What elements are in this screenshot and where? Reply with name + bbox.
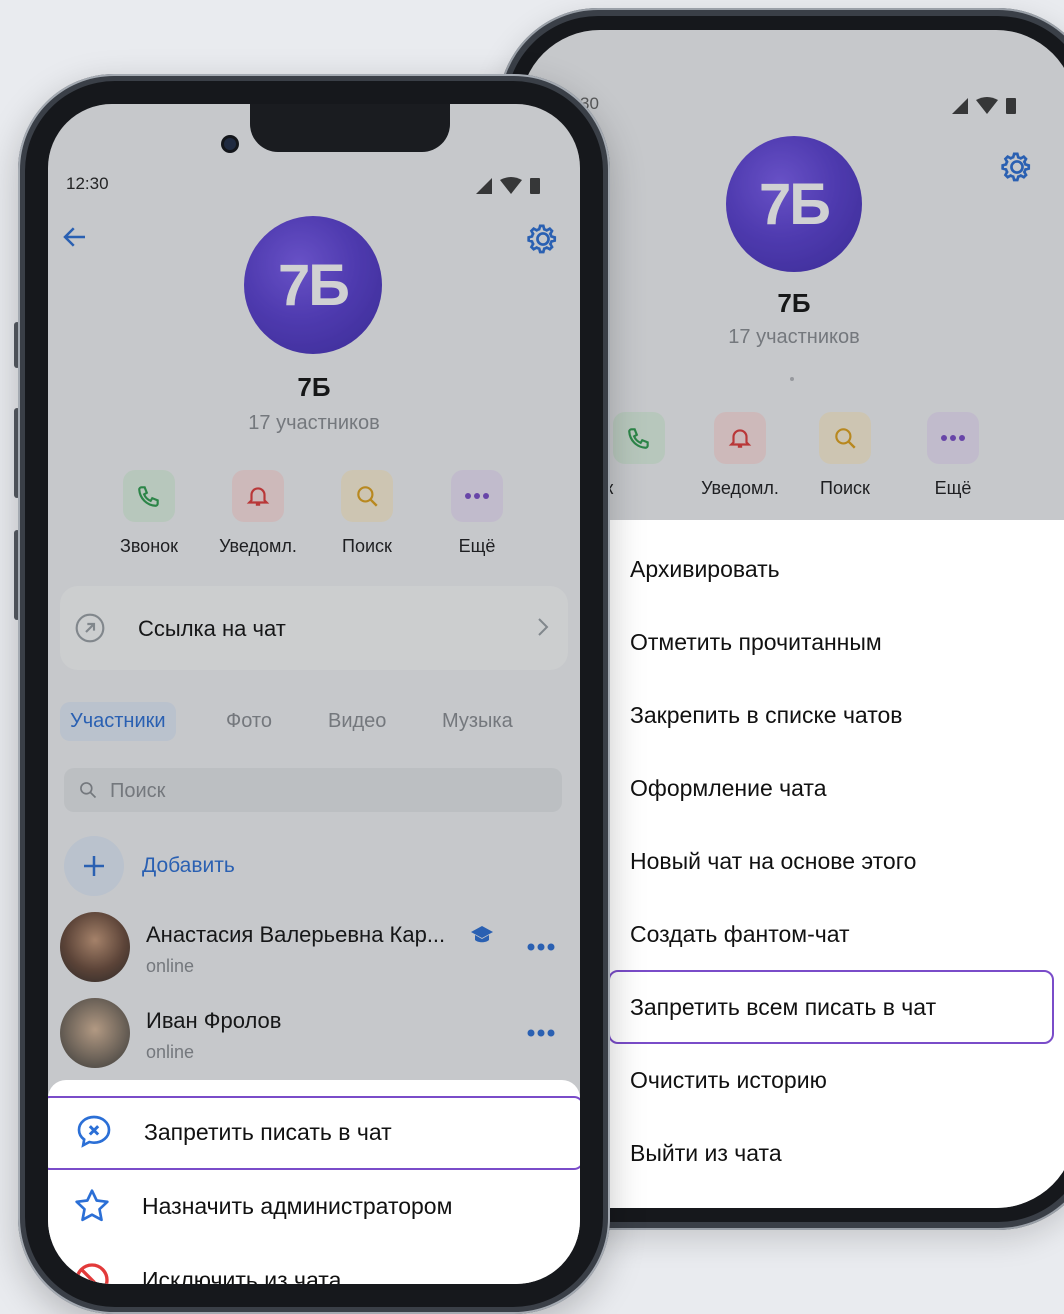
- settings-gear-icon[interactable]: [524, 220, 562, 258]
- action-more[interactable]: Ещё: [898, 412, 1008, 499]
- mute-member-highlight[interactable]: Запретить писать в чат: [48, 1096, 580, 1170]
- teacher-badge-icon: [471, 926, 493, 943]
- chat-avatar: 7Б: [726, 136, 862, 272]
- chevron-right-icon: [538, 618, 549, 636]
- search-icon: [341, 470, 393, 522]
- action-notifications[interactable]: Уведомл.: [198, 470, 318, 557]
- notch: [250, 104, 450, 152]
- search-icon: [819, 412, 871, 464]
- menu-pin-chat[interactable]: Закрепить в списке чатов: [630, 702, 903, 729]
- member-row[interactable]: Иван Фролов online: [60, 998, 570, 1072]
- action-search[interactable]: Поиск: [312, 470, 422, 557]
- members-search[interactable]: Поиск: [64, 768, 562, 812]
- add-member-row[interactable]: Добавить: [64, 836, 364, 896]
- front-phone: 12:30 7Б 7Б 17 участников Звонок Уведомл…: [18, 74, 610, 1314]
- bell-icon: [232, 470, 284, 522]
- menu-clear-history[interactable]: Очистить историю: [630, 1067, 827, 1094]
- chat-members-count: 17 участников: [728, 326, 860, 348]
- phone-icon: [123, 470, 175, 522]
- chat-members-count: 17 участников: [248, 412, 380, 434]
- remove-from-chat-row[interactable]: Исключить из чата: [70, 1258, 341, 1284]
- link-arrow-icon: [75, 613, 105, 643]
- make-admin-row[interactable]: Назначить администратором: [70, 1184, 452, 1228]
- avatar: [60, 998, 130, 1068]
- member-row[interactable]: Анастасия Валерьевна Кар... online: [60, 912, 570, 986]
- search-input[interactable]: Поиск: [110, 780, 165, 803]
- signal-icons: [952, 97, 1016, 114]
- mute-chat-icon: [72, 1110, 116, 1154]
- tabs-bar: Участники Фото Видео Музыка: [48, 692, 580, 752]
- chat-name: 7Б: [777, 288, 811, 318]
- more-icon[interactable]: [526, 942, 556, 952]
- member-name: Анастасия Валерьевна Кар...: [146, 922, 446, 947]
- back-arrow-icon[interactable]: [60, 222, 90, 252]
- phone-icon: [613, 412, 665, 464]
- chat-avatar: 7Б: [244, 216, 382, 354]
- make-admin-label: Назначить администратором: [142, 1192, 453, 1219]
- member-status: online: [146, 1042, 195, 1062]
- member-status: online: [146, 956, 195, 976]
- menu-mute-all-highlight[interactable]: Запретить всем писать в чат: [608, 970, 1054, 1044]
- avatar: [60, 912, 130, 982]
- dot: [790, 377, 794, 381]
- tab-music[interactable]: Музыка: [442, 710, 513, 733]
- front-phone-screen: 12:30 7Б 7Б 17 участников Звонок Уведомл…: [48, 104, 580, 1284]
- remove-from-chat-label: Исключить из чата: [142, 1266, 342, 1285]
- menu-chat-appearance[interactable]: Оформление чата: [630, 775, 827, 802]
- chat-context-menu: Архивировать Отметить прочитанным Закреп…: [586, 520, 1064, 1208]
- action-call[interactable]: Звонок: [94, 470, 204, 557]
- more-icon: [451, 470, 503, 522]
- search-icon: [80, 782, 97, 799]
- status-time: 12:30: [66, 174, 109, 193]
- more-icon: [927, 412, 979, 464]
- action-notifications[interactable]: Уведомл.: [680, 412, 800, 499]
- mute-member-label[interactable]: Запретить писать в чат: [144, 1119, 392, 1146]
- menu-mute-all[interactable]: Запретить всем писать в чат: [630, 994, 936, 1021]
- member-action-sheet: Запретить писать в чат Назначить админис…: [48, 1080, 580, 1284]
- member-name: Иван Фролов: [146, 1008, 282, 1033]
- settings-gear-icon[interactable]: [998, 148, 1036, 186]
- chat-link-row[interactable]: Ссылка на чат: [60, 586, 568, 670]
- action-search[interactable]: Поиск: [790, 412, 900, 499]
- tab-members[interactable]: Участники: [60, 702, 176, 741]
- menu-new-chat-based[interactable]: Новый чат на основе этого: [630, 848, 916, 875]
- camera-icon: [224, 138, 236, 150]
- signal-icons: [476, 177, 540, 194]
- menu-archive[interactable]: Архивировать: [630, 556, 780, 583]
- menu-create-phantom-chat[interactable]: Создать фантом-чат: [630, 921, 850, 948]
- chat-link-label: Ссылка на чат: [138, 616, 286, 641]
- tab-photo[interactable]: Фото: [226, 710, 272, 733]
- chat-name: 7Б: [297, 372, 331, 402]
- add-member-label: Добавить: [142, 854, 235, 877]
- menu-leave-chat[interactable]: Выйти из чата: [630, 1140, 782, 1167]
- star-icon: [70, 1184, 114, 1228]
- menu-mark-read[interactable]: Отметить прочитанным: [630, 629, 882, 656]
- more-icon[interactable]: [526, 1028, 556, 1038]
- plus-icon: [64, 836, 124, 896]
- action-more[interactable]: Ещё: [422, 470, 532, 557]
- bell-icon: [714, 412, 766, 464]
- ban-icon: [70, 1258, 114, 1284]
- tab-video[interactable]: Видео: [328, 710, 386, 733]
